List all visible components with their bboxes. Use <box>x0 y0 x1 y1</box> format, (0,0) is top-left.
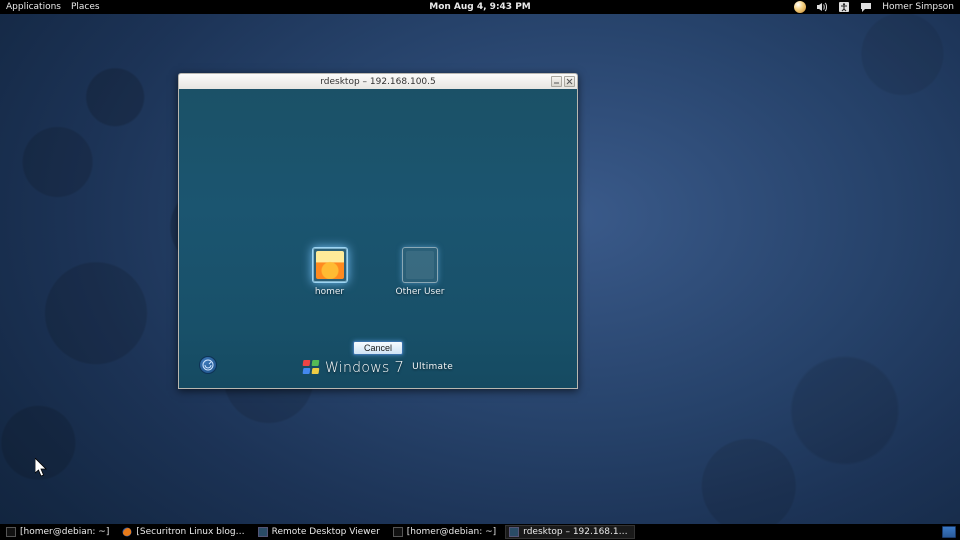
task-label: [Securitron Linux blog… <box>136 527 244 537</box>
accessibility-icon[interactable] <box>838 1 850 13</box>
system-tray <box>942 526 960 538</box>
user-tile-homer[interactable]: homer <box>312 247 348 297</box>
windows-brand: Windows 7 Ultimate <box>303 358 453 376</box>
weather-icon[interactable] <box>794 1 806 13</box>
window-titlebar[interactable]: rdesktop – 192.168.100.5 <box>178 73 578 89</box>
terminal-icon <box>6 527 16 537</box>
avatar-placeholder-icon <box>406 251 434 279</box>
menu-places[interactable]: Places <box>71 2 100 12</box>
terminal-icon <box>393 527 403 537</box>
task-label: Remote Desktop Viewer <box>272 527 380 537</box>
task-browser[interactable]: [Securitron Linux blog… <box>118 525 251 539</box>
clock[interactable]: Mon Aug 4, 9:43 PM <box>429 2 531 12</box>
user-tile-other[interactable]: Other User <box>396 247 445 297</box>
firefox-icon <box>122 527 132 537</box>
window-close-button[interactable] <box>564 76 575 87</box>
rdesktop-window: rdesktop – 192.168.100.5 homer Other Use… <box>178 73 578 389</box>
gnome-top-bar: Applications Places Mon Aug 4, 9:43 PM H… <box>0 0 960 14</box>
user-label: Other User <box>396 287 445 297</box>
gnome-bottom-panel: [homer@debian: ~] [Securitron Linux blog… <box>0 524 960 540</box>
remote-login-screen: homer Other User Cancel Windows 7 Ultima… <box>178 89 578 389</box>
windows-logo-icon <box>303 360 319 374</box>
window-minimize-button[interactable] <box>551 76 562 87</box>
chat-status-icon[interactable] <box>860 1 872 13</box>
remote-viewer-icon <box>258 527 268 537</box>
volume-icon[interactable] <box>816 1 828 13</box>
show-desktop-button[interactable] <box>942 526 956 538</box>
task-label: [homer@debian: ~] <box>407 527 496 537</box>
task-remote-viewer[interactable]: Remote Desktop Viewer <box>254 525 387 539</box>
ease-of-access-button[interactable] <box>199 356 217 374</box>
window-title: rdesktop – 192.168.100.5 <box>320 77 436 87</box>
avatar-icon <box>316 251 344 279</box>
user-menu[interactable]: Homer Simpson <box>882 2 954 12</box>
menu-applications[interactable]: Applications <box>6 2 61 12</box>
user-label: homer <box>315 287 344 297</box>
rdesktop-icon <box>509 527 519 537</box>
task-label: [homer@debian: ~] <box>20 527 109 537</box>
task-terminal-1[interactable]: [homer@debian: ~] <box>2 525 116 539</box>
task-rdesktop[interactable]: rdesktop – 192.168.1… <box>505 525 634 539</box>
task-terminal-2[interactable]: [homer@debian: ~] <box>389 525 503 539</box>
mouse-cursor-icon <box>35 458 49 482</box>
cancel-button[interactable]: Cancel <box>353 341 403 355</box>
task-label: rdesktop – 192.168.1… <box>523 527 627 537</box>
